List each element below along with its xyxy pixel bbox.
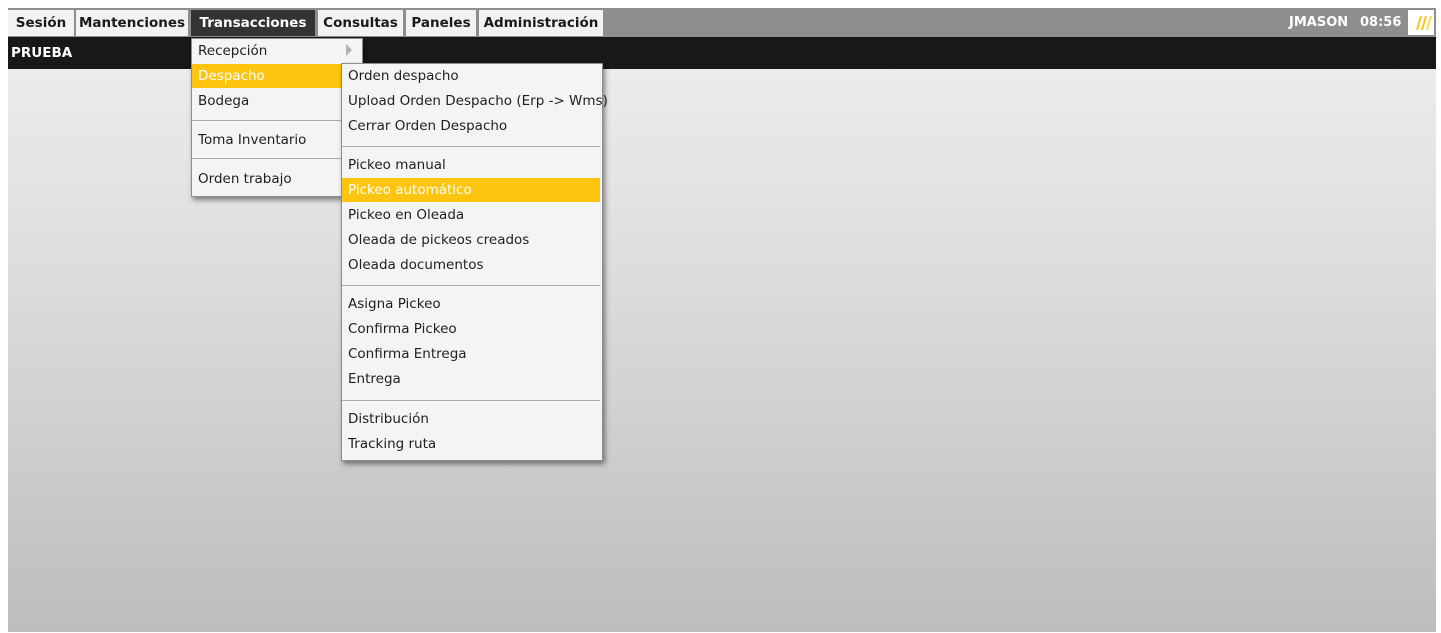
app-window: Sesión Mantenciones Transacciones Consul… <box>8 8 1436 632</box>
menu-item-recepcion[interactable]: Recepción <box>192 39 360 63</box>
menu-transacciones[interactable]: Transacciones <box>191 10 315 36</box>
transacciones-dropdown: Recepción Despacho Bodega Toma Inventari… <box>191 38 363 197</box>
menu-consultas[interactable]: Consultas <box>318 10 403 36</box>
menu-item-orden-despacho[interactable]: Orden despacho <box>342 64 600 88</box>
brand-slash-logo-icon <box>1408 10 1434 35</box>
menu-divider <box>342 400 600 401</box>
menu-item-label: Recepción <box>198 43 268 59</box>
clock-time: 08:56 <box>1360 15 1402 30</box>
menu-item-orden-trabajo[interactable]: Orden trabajo <box>192 167 360 191</box>
environment-title: PRUEBA <box>11 45 73 61</box>
menu-divider <box>192 158 360 159</box>
menu-item-upload-orden-despacho[interactable]: Upload Orden Despacho (Erp -> Wms) <box>342 89 608 113</box>
menu-item-oleada-pickeos-creados[interactable]: Oleada de pickeos creados <box>342 228 600 252</box>
menu-item-confirma-pickeo[interactable]: Confirma Pickeo <box>342 317 600 341</box>
user-name: JMASON <box>1289 15 1349 30</box>
menu-item-pickeo-automatico[interactable]: Pickeo automático <box>342 178 600 202</box>
menu-divider <box>192 120 360 121</box>
menu-item-entrega[interactable]: Entrega <box>342 367 600 391</box>
menu-item-despacho[interactable]: Despacho <box>192 64 360 88</box>
menu-sesion[interactable]: Sesión <box>8 10 74 36</box>
menu-mantenciones[interactable]: Mantenciones <box>76 10 188 36</box>
despacho-dropdown: Orden despacho Upload Orden Despacho (Er… <box>341 63 608 461</box>
menu-item-confirma-entrega[interactable]: Confirma Entrega <box>342 342 600 366</box>
menu-item-bodega[interactable]: Bodega <box>192 89 360 113</box>
menu-item-pickeo-en-oleada[interactable]: Pickeo en Oleada <box>342 203 600 227</box>
menu-item-toma-inventario[interactable]: Toma Inventario <box>192 128 360 152</box>
top-menu-bar: Sesión Mantenciones Transacciones Consul… <box>8 8 1436 37</box>
menu-administracion[interactable]: Administración <box>479 10 603 36</box>
menu-paneles[interactable]: Paneles <box>406 10 476 36</box>
chevron-right-icon <box>346 44 352 56</box>
menu-divider <box>342 146 600 147</box>
menu-item-cerrar-orden-despacho[interactable]: Cerrar Orden Despacho <box>342 114 600 138</box>
menu-item-oleada-documentos[interactable]: Oleada documentos <box>342 253 600 277</box>
menu-divider <box>342 285 600 286</box>
menu-item-pickeo-manual[interactable]: Pickeo manual <box>342 153 600 177</box>
menu-item-tracking-ruta[interactable]: Tracking ruta <box>342 432 600 456</box>
menu-item-asigna-pickeo[interactable]: Asigna Pickeo <box>342 292 600 316</box>
menu-item-distribucion[interactable]: Distribución <box>342 407 600 431</box>
